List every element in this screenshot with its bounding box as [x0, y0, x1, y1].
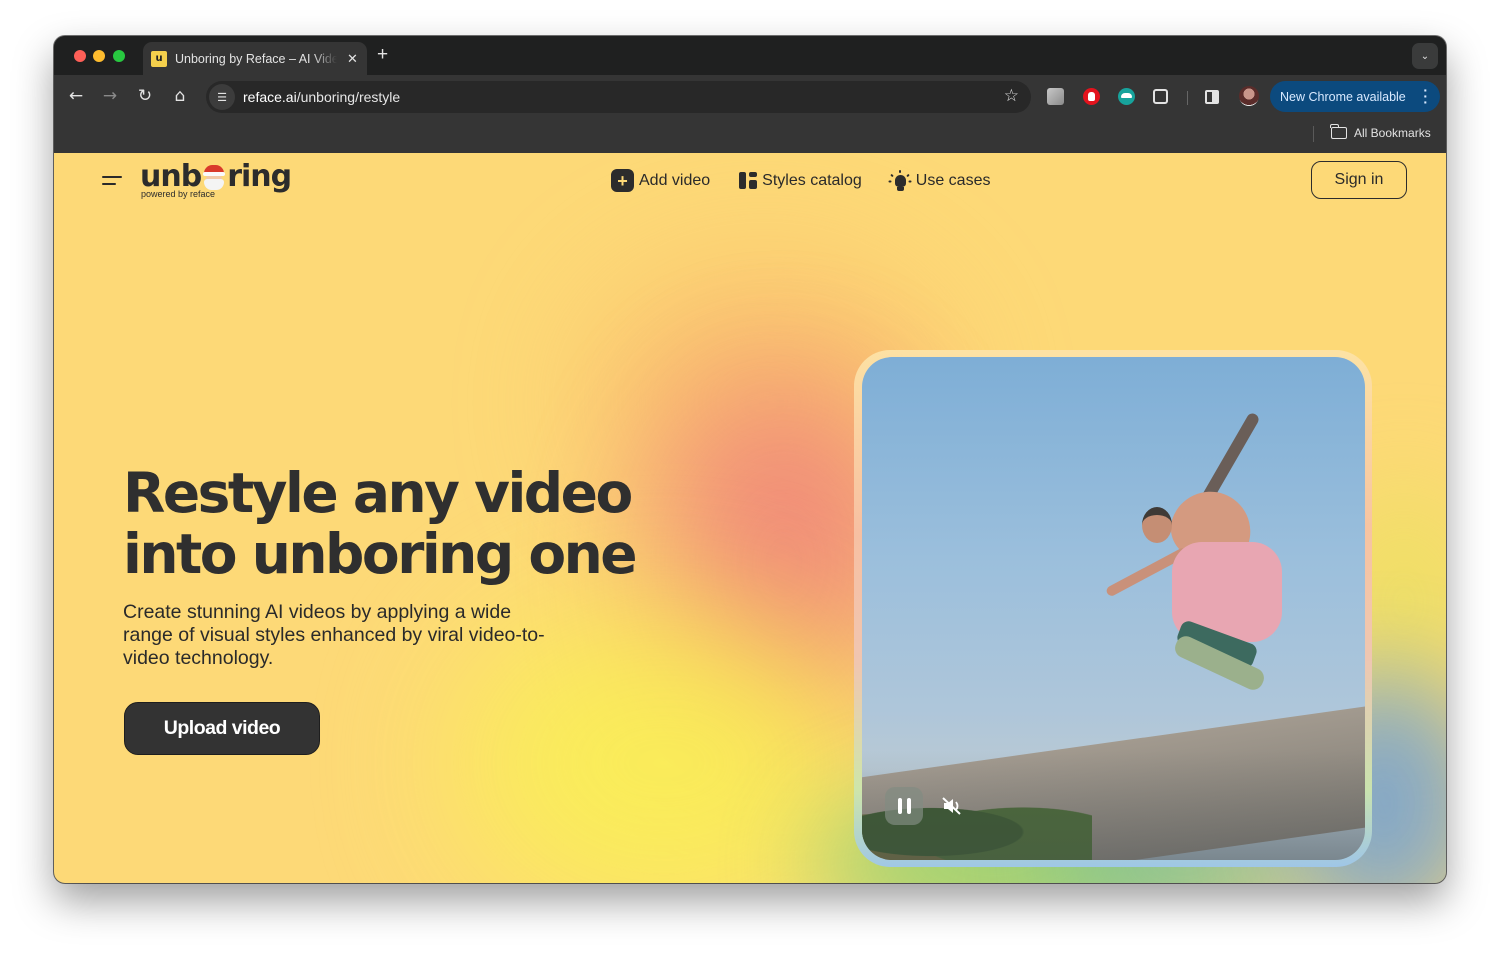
- pause-icon: [897, 798, 902, 814]
- demo-video-player[interactable]: [862, 357, 1365, 860]
- folder-icon: [1330, 124, 1347, 139]
- extension-adblock-hand-icon[interactable]: [1083, 88, 1100, 105]
- home-icon[interactable]: ⌂: [170, 86, 190, 106]
- hero-subtitle: Create stunning AI videos by applying a …: [123, 601, 545, 669]
- layout-grid-icon: [739, 172, 758, 189]
- hero-title-line-1: Restyle any video: [123, 461, 633, 525]
- maximize-window-button[interactable]: [113, 50, 125, 62]
- santa-emoji-icon: [202, 163, 226, 191]
- reload-icon[interactable]: ↻: [135, 86, 155, 106]
- close-window-button[interactable]: [74, 50, 86, 62]
- nav-label: Styles catalog: [762, 171, 862, 189]
- main-nav: + Add video Styles catalog Use cases: [611, 169, 1017, 192]
- url-text[interactable]: reface.ai/unboring/restyle: [243, 89, 400, 105]
- menu-hamburger-icon[interactable]: [102, 175, 122, 187]
- address-bar[interactable]: ☰ reface.ai/unboring/restyle ☆: [206, 81, 1031, 113]
- more-vertical-icon[interactable]: · · ·: [1423, 83, 1428, 109]
- toolbar-divider: [1187, 91, 1188, 105]
- tab-strip: u Unboring by Reface – AI Video ✕ + ⌄: [54, 36, 1446, 75]
- muted-speaker-icon[interactable]: [940, 795, 964, 817]
- browser-window: u Unboring by Reface – AI Video ✕ + ⌄ ← …: [54, 36, 1446, 883]
- extension-cloud-icon[interactable]: [1118, 88, 1135, 105]
- bookmarks-bar: All Bookmarks: [54, 118, 1446, 153]
- tab-search-chevron-icon[interactable]: ⌄: [1412, 43, 1438, 69]
- back-arrow-icon[interactable]: ←: [66, 86, 86, 106]
- browser-tab-active[interactable]: u Unboring by Reface – AI Video ✕: [143, 42, 367, 75]
- tab-title: Unboring by Reface – AI Video: [175, 51, 337, 66]
- all-bookmarks-label: All Bookmarks: [1354, 126, 1431, 140]
- page-viewport: unb ring powered by reface + Add video S…: [54, 153, 1446, 883]
- extensions-puzzle-icon[interactable]: [1153, 89, 1168, 104]
- forward-arrow-icon[interactable]: →: [100, 86, 120, 106]
- bookmarks-divider: [1313, 126, 1314, 142]
- browser-toolbar: ← → ↻ ⌂ ☰ reface.ai/unboring/restyle ☆ N…: [54, 75, 1446, 118]
- new-chrome-available-button[interactable]: New Chrome available · · ·: [1270, 81, 1440, 112]
- lightbulb-icon: [888, 169, 912, 192]
- close-tab-icon[interactable]: ✕: [347, 51, 358, 67]
- unboring-favicon-icon: u: [151, 50, 167, 67]
- url-path: /unboring/restyle: [296, 89, 401, 105]
- nav-label: Add video: [639, 171, 711, 189]
- unboring-logo[interactable]: unb ring powered by reface: [140, 159, 292, 200]
- video-haze: [862, 750, 1365, 860]
- minimize-window-button[interactable]: [93, 50, 105, 62]
- update-label: New Chrome available: [1280, 89, 1406, 104]
- nav-use-cases[interactable]: Use cases: [888, 169, 991, 192]
- pause-button[interactable]: [885, 787, 923, 825]
- nav-styles-catalog[interactable]: Styles catalog: [737, 172, 862, 190]
- logo-text-right: ring: [227, 159, 292, 194]
- profile-avatar[interactable]: [1239, 86, 1259, 106]
- plus-square-icon: +: [611, 169, 634, 192]
- new-tab-button[interactable]: +: [377, 44, 388, 66]
- extension-touch-icon[interactable]: [1047, 88, 1064, 105]
- url-host: reface.ai: [243, 89, 297, 105]
- all-bookmarks-button[interactable]: All Bookmarks: [1330, 124, 1431, 140]
- nav-label: Use cases: [915, 171, 991, 189]
- hero-title: Restyle any video into unboring one: [123, 463, 843, 585]
- nav-add-video[interactable]: + Add video: [611, 169, 710, 192]
- side-panel-icon[interactable]: [1205, 90, 1219, 104]
- site-info-tune-icon[interactable]: ☰: [209, 84, 235, 110]
- upload-video-button[interactable]: Upload video: [124, 702, 320, 755]
- sign-in-button[interactable]: Sign in: [1311, 161, 1407, 199]
- video-skater-figure: [1102, 377, 1302, 717]
- hero-title-line-2: into unboring one: [123, 522, 638, 586]
- bookmark-star-icon[interactable]: ☆: [1004, 86, 1019, 106]
